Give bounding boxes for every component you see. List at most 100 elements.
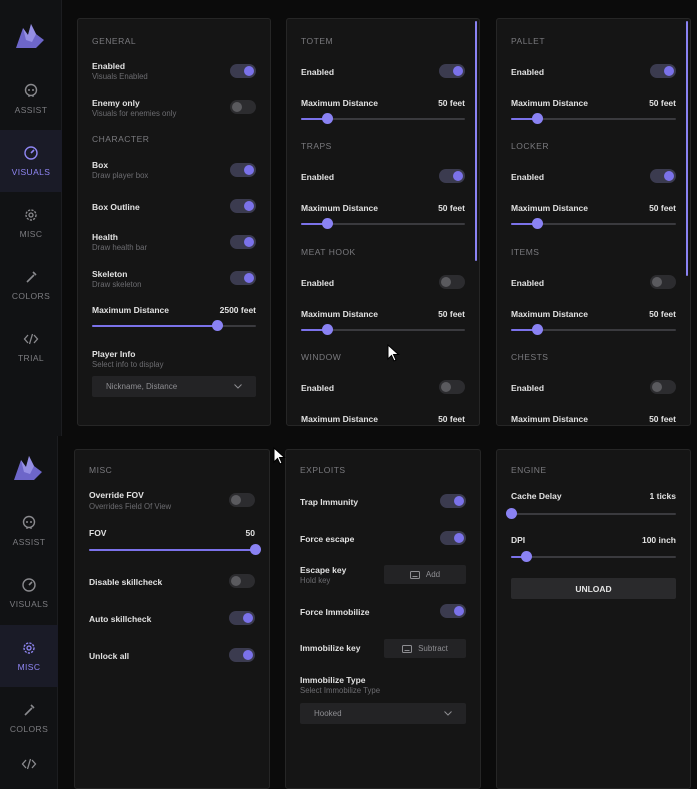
skeleton-toggle[interactable]	[230, 271, 256, 285]
hook-distance-slider[interactable]	[301, 324, 465, 336]
totem-distance-slider[interactable]	[301, 113, 465, 125]
locker-enabled-toggle[interactable]	[650, 169, 676, 183]
trap-immunity-toggle[interactable]	[440, 494, 466, 508]
box-outline-label: Box Outline	[92, 202, 140, 212]
sidebar: ASSIST VISUALS MISC COLORS	[0, 436, 58, 789]
dpi-label: DPI	[511, 535, 526, 545]
exploits-title: EXPLOITS	[300, 465, 346, 475]
hook-distance-label: Maximum Distance	[301, 309, 378, 319]
immobilize-type-sub: Select Immobilize Type	[300, 686, 381, 695]
health-sub: Draw health bar	[92, 243, 148, 252]
force-immobilize-toggle[interactable]	[440, 604, 466, 618]
unload-button[interactable]: UNLOAD	[511, 578, 676, 599]
totem-distance-label: Maximum Distance	[301, 98, 378, 108]
unlock-all-toggle[interactable]	[229, 648, 255, 662]
locker-distance-value: 50 feet	[649, 203, 676, 213]
items-enabled-toggle[interactable]	[650, 275, 676, 289]
nav-assist[interactable]: ASSIST	[0, 68, 62, 130]
immobilize-type-select[interactable]: Hooked	[300, 703, 466, 724]
escape-key-button[interactable]: Add	[384, 565, 466, 584]
nav-trial[interactable]	[0, 739, 58, 789]
immobilize-key-value: Subtract	[418, 644, 448, 653]
fov-label: FOV	[89, 528, 107, 538]
force-escape-label: Force escape	[300, 534, 355, 544]
hook-enabled-toggle[interactable]	[439, 275, 465, 289]
eyedropper-icon	[26, 271, 37, 283]
eyedropper-icon	[24, 704, 35, 716]
auto-skillcheck-label: Auto skillcheck	[89, 614, 152, 624]
nav-misc[interactable]: MISC	[0, 192, 62, 254]
general-title: GENERAL	[92, 36, 137, 46]
escape-key-value: Add	[425, 570, 441, 579]
traps-distance-value: 50 feet	[438, 203, 465, 213]
box-toggle[interactable]	[230, 163, 256, 177]
locker-title: LOCKER	[511, 141, 549, 151]
player-info-select[interactable]: Nickname, Distance	[92, 376, 256, 397]
auto-skillcheck-toggle[interactable]	[229, 611, 255, 625]
keyboard-icon	[402, 644, 413, 653]
disable-skillcheck-label: Disable skillcheck	[89, 577, 163, 587]
gauge-icon	[24, 146, 38, 160]
enabled-toggle[interactable]	[230, 64, 256, 78]
pallet-enabled-toggle[interactable]	[650, 64, 676, 78]
pallet-distance-value: 50 feet	[649, 98, 676, 108]
nav-visuals[interactable]: VISUALS	[0, 130, 62, 192]
force-escape-toggle[interactable]	[440, 531, 466, 545]
override-fov-toggle[interactable]	[229, 493, 255, 507]
totem-enabled-toggle[interactable]	[439, 64, 465, 78]
items-distance-slider[interactable]	[511, 324, 676, 336]
max-distance-value: 2500 feet	[219, 305, 256, 315]
totem-title: TOTEM	[301, 36, 334, 46]
engine-title: ENGINE	[511, 465, 547, 475]
scrollbar[interactable]	[686, 21, 688, 276]
misc-screen: ASSIST VISUALS MISC COLORS MISC Override…	[0, 436, 697, 789]
chests-enabled-toggle[interactable]	[650, 380, 676, 394]
keyboard-icon	[409, 570, 420, 579]
nav-misc-label: MISC	[19, 229, 43, 239]
nav-colors-label: COLORS	[9, 724, 49, 734]
health-toggle[interactable]	[230, 235, 256, 249]
window-distance-label: Maximum Distance	[301, 414, 378, 424]
cache-delay-slider[interactable]	[506, 508, 676, 520]
nav-misc-label: MISC	[17, 662, 41, 672]
objects-panel-b: PALLET Enabled Maximum Distance 50 feet …	[496, 18, 691, 426]
disable-skillcheck-toggle[interactable]	[229, 574, 255, 588]
nav-misc[interactable]: MISC	[0, 625, 58, 687]
box-outline-toggle[interactable]	[230, 199, 256, 213]
gauge-icon	[22, 578, 36, 592]
traps-distance-slider[interactable]	[301, 218, 465, 230]
player-info-sub: Select info to display	[92, 360, 164, 369]
enabled-label: Enabled	[92, 61, 126, 71]
enabled-sub: Visuals Enabled	[92, 72, 148, 81]
code-icon	[23, 333, 39, 345]
chests-title: CHESTS	[511, 352, 549, 362]
max-distance-slider[interactable]	[92, 320, 256, 332]
scrollbar[interactable]	[475, 21, 477, 261]
traps-distance-label: Maximum Distance	[301, 203, 378, 213]
immobilize-key-button[interactable]: Subtract	[384, 639, 466, 658]
pallet-distance-slider[interactable]	[511, 113, 676, 125]
logo-icon	[14, 456, 42, 480]
nav-trial[interactable]: TRIAL	[0, 316, 62, 378]
locker-distance-slider[interactable]	[511, 218, 676, 230]
enemy-only-toggle[interactable]	[230, 100, 256, 114]
pallet-distance-label: Maximum Distance	[511, 98, 588, 108]
window-enabled-label: Enabled	[301, 383, 335, 393]
unlock-all-label: Unlock all	[89, 651, 130, 661]
nav-visuals[interactable]: VISUALS	[0, 562, 58, 624]
traps-enabled-toggle[interactable]	[439, 169, 465, 183]
dpi-slider[interactable]	[511, 551, 676, 563]
locker-enabled-label: Enabled	[511, 172, 545, 182]
hook-distance-value: 50 feet	[438, 309, 465, 319]
nav-assist[interactable]: ASSIST	[0, 500, 58, 562]
nav-colors[interactable]: COLORS	[0, 254, 62, 316]
nav-visuals-label: VISUALS	[9, 599, 49, 609]
box-label: Box	[92, 160, 109, 170]
fov-slider[interactable]	[89, 544, 261, 556]
immobilize-type-selected: Hooked	[314, 709, 342, 718]
objects-panel-a: TOTEM Enabled Maximum Distance 50 feet T…	[286, 18, 480, 426]
window-enabled-toggle[interactable]	[439, 380, 465, 394]
cache-delay-label: Cache Delay	[511, 491, 562, 501]
misc-title: MISC	[89, 465, 113, 475]
locker-distance-label: Maximum Distance	[511, 203, 588, 213]
